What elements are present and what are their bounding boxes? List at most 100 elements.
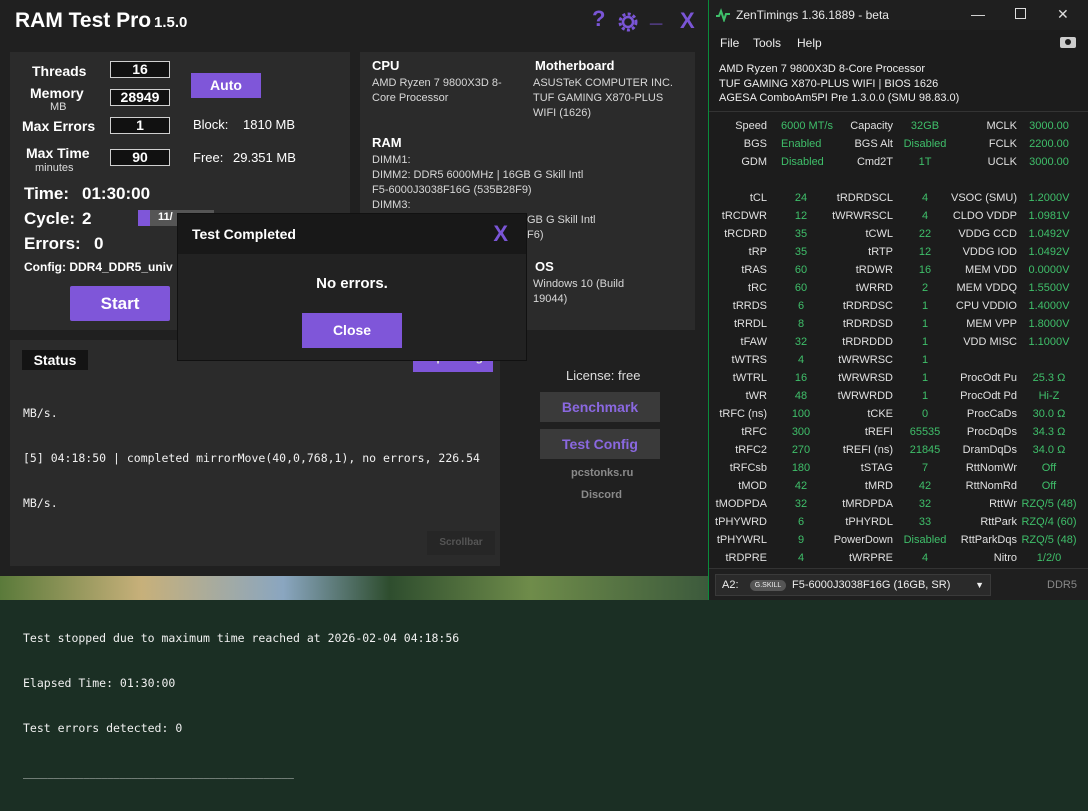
timing-value: 42: [794, 480, 808, 492]
start-button[interactable]: Start: [70, 286, 170, 321]
ram-line-3: F5-6000J3038F16G (535B28F9): [372, 184, 532, 196]
timing-row: tWTRL 16 tWRWRSD 1 ProcOdt Pu 25.3 Ω: [709, 370, 1088, 388]
cycle-progress-text: 11/: [158, 211, 173, 223]
cpu-heading: CPU: [372, 58, 400, 73]
zt-maximize-icon[interactable]: [1015, 8, 1026, 19]
cpu-line-2: Core Processor: [372, 92, 449, 104]
timing-row: tPHYWRL 9 PowerDown Disabled RttParkDqs RZQ/5…: [709, 532, 1088, 550]
timing-name: tMRDPDA: [842, 498, 893, 510]
timing-value: 30.0 Ω: [1032, 408, 1066, 420]
timing-value: 8: [797, 318, 805, 330]
timing-value: 35: [794, 246, 808, 258]
timing-value: 4: [797, 354, 805, 366]
menu-tools[interactable]: Tools: [753, 36, 781, 50]
timing-name: VDDG IOD: [962, 246, 1017, 258]
timing-value: 270: [791, 444, 811, 456]
timing-value: 6: [797, 516, 805, 528]
errors-value: 0: [94, 234, 104, 253]
timing-name: tRFCsb: [729, 462, 767, 474]
threads-input[interactable]: 16: [110, 61, 170, 78]
timing-value: 1: [921, 336, 929, 348]
zt-close-icon[interactable]: ✕: [1057, 6, 1069, 23]
ram-line-6: F6): [527, 229, 544, 241]
slot-module: F5-6000J3038F16G (16GB, SR): [792, 579, 951, 591]
timing-value: 1.0492V: [1028, 228, 1070, 240]
dialog-close-button[interactable]: Close: [302, 313, 402, 348]
timing-value: 24: [794, 192, 808, 204]
timing-row: BGS Enabled BGS Alt Disabled FCLK 2200.00: [709, 136, 1088, 154]
timing-value: 1.5500V: [1028, 282, 1070, 294]
site-link[interactable]: pcstonks.ru: [571, 467, 633, 479]
zt-board-line: TUF GAMING X870-PLUS WIFI | BIOS 1626: [719, 77, 939, 90]
timing-value: 60: [794, 282, 808, 294]
timing-row: tRFC (ns) 100 tCKE 0 ProcCaDs 30.0 Ω: [709, 406, 1088, 424]
timing-row: tRC 60 tWRRD 2 MEM VDDQ 1.5500V: [709, 280, 1088, 298]
scrollbar-button[interactable]: Scrollbar: [427, 531, 495, 555]
timing-value: 1.0981V: [1028, 210, 1070, 222]
timing-value: 60: [794, 264, 808, 276]
timing-name: BGS Alt: [854, 138, 893, 150]
timing-name: tREFI (ns): [842, 444, 893, 456]
timing-row: tWTRS 4 tWRWRSC 1: [709, 352, 1088, 370]
memory-input[interactable]: 28949: [110, 89, 170, 106]
log-line: ________________________________________…: [23, 768, 294, 779]
free-label: Free:: [193, 150, 224, 165]
max-errors-input[interactable]: 1: [110, 117, 170, 134]
menu-file[interactable]: File: [720, 36, 739, 50]
block-value: 1810 MB: [243, 117, 296, 132]
timing-name: tCL: [749, 192, 767, 204]
timing-name: tRDRDSD: [842, 318, 893, 330]
timing-name: tWRWRSC: [838, 354, 893, 366]
timing-value: 100: [791, 408, 811, 420]
timing-name: BGS: [743, 138, 767, 150]
settings-gear-icon[interactable]: [616, 10, 640, 40]
minimize-button[interactable]: _: [650, 2, 662, 28]
benchmark-button[interactable]: Benchmark: [540, 392, 660, 422]
max-time-label: Max Time: [26, 145, 90, 161]
timing-row: tMODPDA 32 tMRDPDA 32 RttWr RZQ/5 (48): [709, 496, 1088, 514]
ramtest-window: RAM Test Pro 1.5.0 ? _ X Threads 16 Memo…: [0, 0, 708, 779]
dialog-title: Test Completed: [192, 226, 296, 242]
gskill-logo-icon: G.SKILL: [750, 580, 786, 591]
motherboard-line-3: WIFI (1626): [533, 107, 592, 119]
timing-value: 1: [921, 318, 929, 330]
time-value: 01:30:00: [82, 184, 151, 203]
help-button[interactable]: ?: [592, 6, 605, 32]
timing-name: tWRWRDD: [837, 390, 893, 402]
ram-line-2: DIMM2: DDR5 6000MHz | 16GB G Skill Intl: [372, 169, 584, 181]
timing-name: tSTAG: [860, 462, 893, 474]
status-tab[interactable]: Status: [22, 350, 88, 370]
timing-value: 9: [797, 534, 805, 546]
timing-name: MEM VDDQ: [956, 282, 1018, 294]
timing-value: 4: [921, 192, 929, 204]
dimm-selector[interactable]: A2: G.SKILL F5-6000J3038F16G (16GB, SR) …: [715, 574, 991, 596]
timing-name: Capacity: [850, 120, 893, 132]
license-text: License: free: [566, 368, 641, 383]
timing-name: tRDWR: [855, 264, 893, 276]
auto-button[interactable]: Auto: [191, 73, 261, 98]
timing-value: 42: [918, 480, 932, 492]
timing-name: tWRRD: [855, 282, 893, 294]
dialog-close-icon[interactable]: X: [493, 221, 508, 247]
menu-help[interactable]: Help: [797, 36, 822, 50]
memory-type: DDR5: [1047, 579, 1077, 591]
timing-name: ProcCaDs: [966, 408, 1017, 420]
discord-link[interactable]: Discord: [581, 489, 622, 501]
timing-name: tMOD: [738, 480, 767, 492]
timing-value: 1.8000V: [1028, 318, 1070, 330]
max-time-input[interactable]: 90: [110, 149, 170, 166]
test-config-button[interactable]: Test Config: [540, 429, 660, 459]
timing-name: Cmd2T: [856, 156, 893, 168]
timing-name: VDD MISC: [963, 336, 1017, 348]
zt-minimize-icon[interactable]: —: [971, 6, 985, 22]
timing-value: Off: [1041, 462, 1057, 474]
screenshot-camera-icon[interactable]: [1060, 37, 1076, 48]
timing-value: 1.2000V: [1028, 192, 1070, 204]
timing-value: 1.4000V: [1028, 300, 1070, 312]
os-line-1: Windows 10 (Build: [533, 278, 625, 290]
timing-name: RttParkDqs: [960, 534, 1017, 546]
timing-name: VDDG CCD: [958, 228, 1017, 240]
close-button[interactable]: X: [680, 8, 695, 34]
chevron-down-icon: ▼: [975, 580, 984, 590]
timing-name: UCLK: [987, 156, 1017, 168]
